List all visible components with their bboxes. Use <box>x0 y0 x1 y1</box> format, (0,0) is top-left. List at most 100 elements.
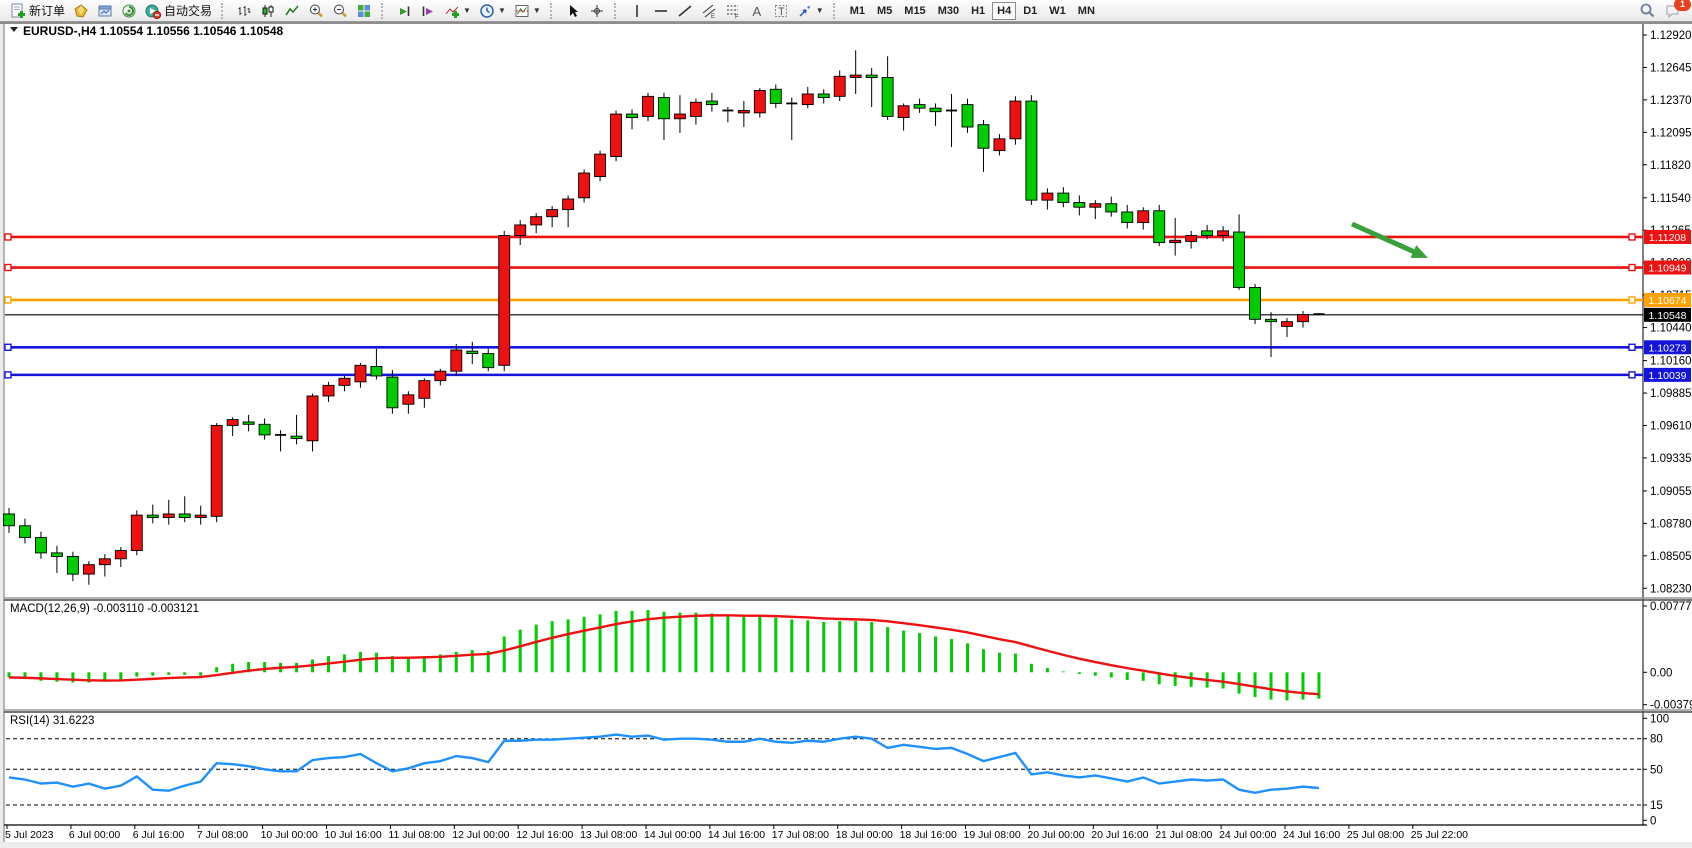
candlestick-chart-button[interactable] <box>256 1 280 21</box>
candle-body <box>563 199 574 210</box>
price-tick-label: 1.09335 <box>1650 453 1692 465</box>
tile-windows-icon <box>356 3 372 19</box>
text-a-icon: A <box>749 3 765 19</box>
candle-body <box>866 75 877 77</box>
support-line-handle[interactable] <box>1629 344 1635 350</box>
timeframe-m15-button[interactable]: M15 <box>899 2 930 20</box>
mql5-community-button[interactable] <box>69 1 93 21</box>
text-label-tool-button[interactable]: T <box>769 1 793 21</box>
candle-body <box>195 515 206 517</box>
timeframe-h1-button[interactable]: H1 <box>966 2 990 20</box>
time-label: 10 Jul 16:00 <box>325 829 382 841</box>
candle-body <box>179 514 190 518</box>
window-bottom-strip <box>0 842 1692 848</box>
price-tick-label: 1.09055 <box>1650 486 1692 498</box>
timeframe-m5-button[interactable]: M5 <box>872 2 897 20</box>
line-chart-button[interactable] <box>280 1 304 21</box>
template-icon <box>514 3 530 19</box>
toolbar: 新订单 <box>0 0 1692 22</box>
candle-doji <box>1313 313 1324 315</box>
chevron-down-icon: ▼ <box>463 7 471 15</box>
chart-canvas[interactable]: 1.129201.126451.123701.120951.118201.115… <box>0 0 1692 848</box>
candle-doji <box>275 434 286 436</box>
zoom-out-button[interactable] <box>328 1 352 21</box>
notification-badge: 1 <box>1674 0 1691 11</box>
candle-body <box>307 396 318 441</box>
candle-body <box>706 101 717 105</box>
timeframe-h4-button[interactable]: H4 <box>992 2 1016 20</box>
cursor-button[interactable] <box>561 1 585 21</box>
chart-shift-button[interactable] <box>416 1 440 21</box>
toolbar-separator <box>381 3 388 19</box>
resistance-line-handle[interactable] <box>5 265 11 271</box>
trendline-tool-button[interactable] <box>673 1 697 21</box>
timeframe-m1-button[interactable]: M1 <box>845 2 870 20</box>
arrows-tool-button[interactable]: ▼ <box>793 1 828 21</box>
search-button[interactable] <box>1634 1 1660 21</box>
timeframe-m30-button[interactable]: M30 <box>933 2 964 20</box>
time-label: 5 Jul 2023 <box>5 829 54 841</box>
time-label: 13 Jul 08:00 <box>580 829 637 841</box>
new-order-button[interactable]: 新订单 <box>6 1 69 21</box>
bar-chart-button[interactable] <box>232 1 256 21</box>
indicators-button[interactable]: ▼ <box>440 1 475 21</box>
support-line-handle[interactable] <box>1629 372 1635 378</box>
macd-label: MACD(12,26,9) -0.003110 -0.003121 <box>10 603 199 615</box>
candle-body <box>515 225 526 236</box>
periods-button[interactable]: ▼ <box>475 1 510 21</box>
candle-body <box>51 553 62 557</box>
pivot-line-handle[interactable] <box>5 297 11 303</box>
vertical-line-icon <box>629 3 645 19</box>
market-watch-button[interactable] <box>93 1 117 21</box>
support-line-handle[interactable] <box>5 344 11 350</box>
candle-body <box>291 436 302 438</box>
candle-body <box>1106 204 1117 212</box>
time-label: 14 Jul 16:00 <box>708 829 765 841</box>
horizontal-line-tool-button[interactable] <box>649 1 673 21</box>
resistance-line-handle[interactable] <box>5 234 11 240</box>
resistance-line-handle[interactable] <box>1629 234 1635 240</box>
vertical-line-tool-button[interactable] <box>625 1 649 21</box>
support-line-handle[interactable] <box>5 372 11 378</box>
clock-icon <box>479 3 495 19</box>
pivot-line-handle[interactable] <box>1629 297 1635 303</box>
candle-body <box>882 77 893 116</box>
auto-trading-icon <box>145 3 161 19</box>
auto-scroll-button[interactable] <box>392 1 416 21</box>
rsi-tick-label: 80 <box>1650 734 1663 746</box>
text-tool-button[interactable]: A <box>745 1 769 21</box>
fibonacci-tool-button[interactable]: F <box>721 1 745 21</box>
candle-body <box>1186 236 1197 242</box>
trendline-icon <box>677 3 693 19</box>
candle-body <box>1058 193 1069 202</box>
zoom-in-button[interactable] <box>304 1 328 21</box>
timeframe-mn-button[interactable]: MN <box>1073 2 1100 20</box>
candle-body <box>898 106 909 118</box>
price-tick-label: 1.09610 <box>1650 420 1692 432</box>
price-tick-label: 1.11540 <box>1650 193 1691 205</box>
svg-text:T: T <box>778 6 785 18</box>
horizontal-line-icon <box>653 3 669 19</box>
templates-button[interactable]: ▼ <box>510 1 545 21</box>
candle-doji <box>946 110 957 112</box>
tile-windows-button[interactable] <box>352 1 376 21</box>
equidistant-channel-tool-button[interactable]: E <box>697 1 721 21</box>
timeframe-d1-button[interactable]: D1 <box>1018 2 1042 20</box>
chevron-down-icon: ▼ <box>533 7 541 15</box>
candle-body <box>818 94 829 98</box>
notifications-button[interactable]: 1 <box>1660 1 1686 21</box>
resistance-line-handle[interactable] <box>1629 265 1635 271</box>
toolbar-separator <box>614 3 621 19</box>
candle-body <box>83 565 94 574</box>
time-label: 14 Jul 00:00 <box>644 829 701 841</box>
candle-body <box>643 96 654 116</box>
auto-trading-button[interactable]: 自动交易 <box>141 1 216 21</box>
candle-body <box>163 514 174 518</box>
crosshair-button[interactable] <box>585 1 609 21</box>
rsi-tick-label: 50 <box>1650 764 1663 776</box>
price-tick-label: 1.12920 <box>1650 30 1692 42</box>
timeframe-w1-button[interactable]: W1 <box>1044 2 1071 20</box>
new-order-label: 新订单 <box>29 2 65 19</box>
navigator-button[interactable] <box>117 1 141 21</box>
auto-trading-label: 自动交易 <box>164 2 212 19</box>
